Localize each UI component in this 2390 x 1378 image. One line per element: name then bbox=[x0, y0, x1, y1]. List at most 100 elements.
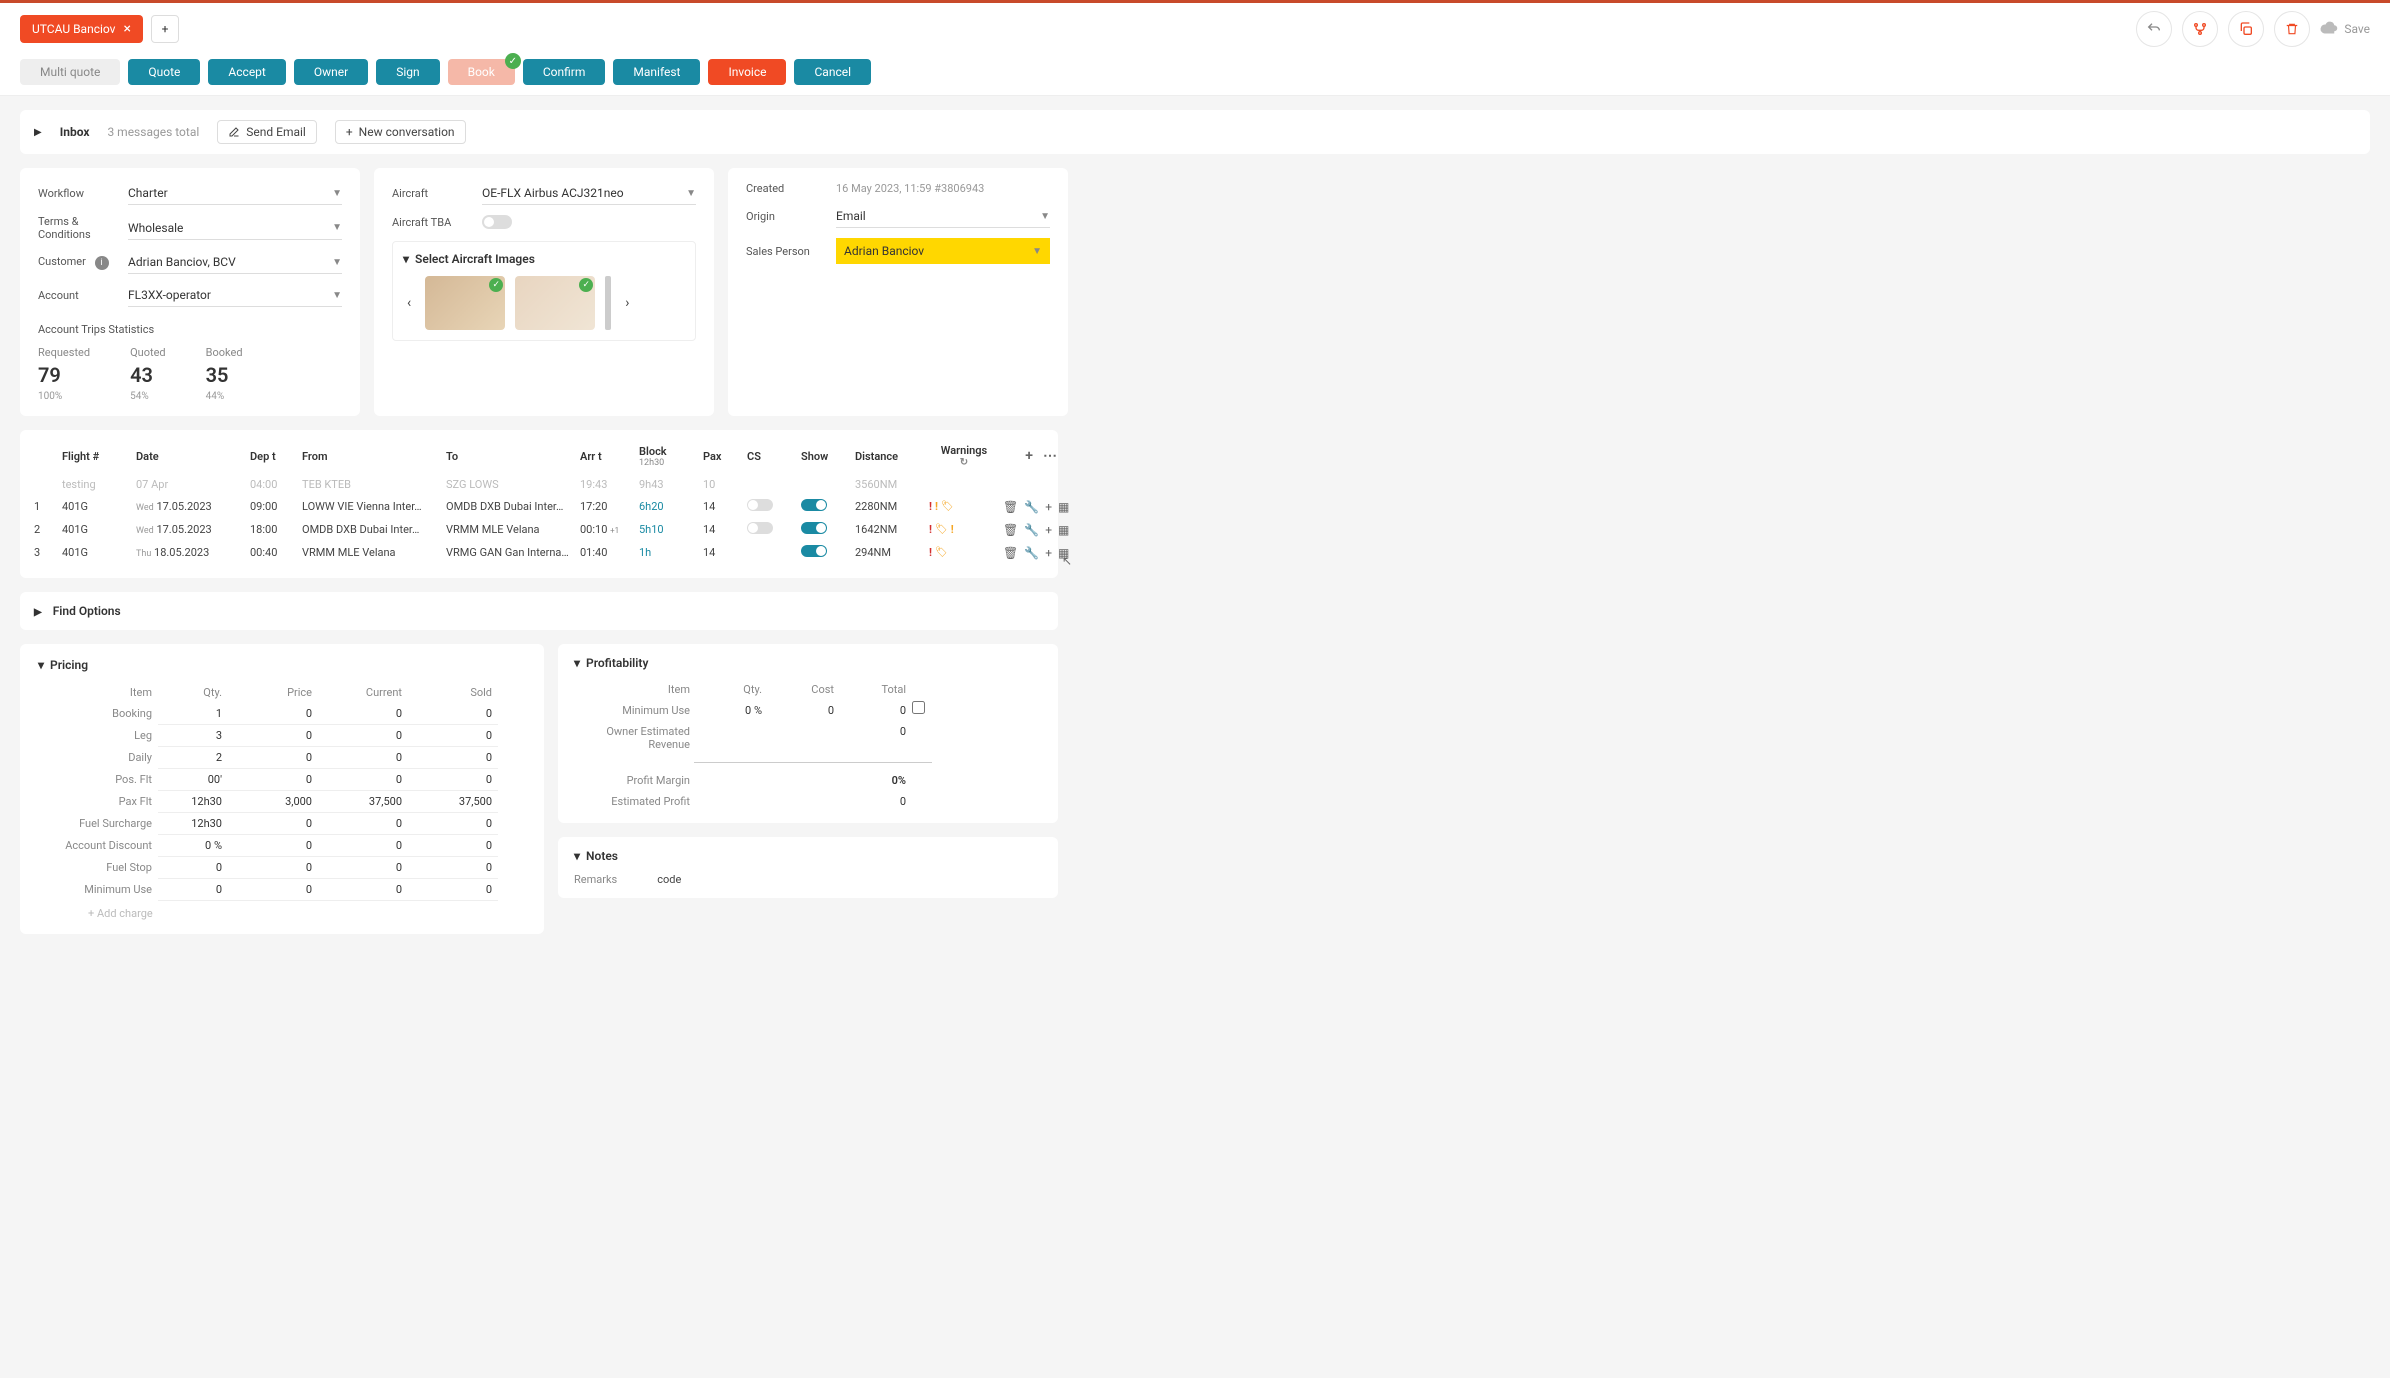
copy-button[interactable] bbox=[2228, 11, 2264, 47]
row-wrench-icon[interactable]: 🔧 bbox=[1024, 500, 1039, 514]
tab-label: UTCAU Banciov bbox=[32, 22, 115, 36]
row-trash-icon[interactable]: 🗑 bbox=[1003, 546, 1018, 560]
image-section: ▾ Select Aircraft Images ‹ ✓ ✓ › bbox=[392, 241, 696, 341]
multi-quote-button[interactable]: Multi quote bbox=[20, 59, 120, 85]
warning-icon[interactable]: ! bbox=[935, 500, 938, 513]
refresh-icon[interactable]: ↻ bbox=[929, 457, 999, 468]
show-toggle[interactable] bbox=[801, 499, 827, 511]
send-email-button[interactable]: Send Email bbox=[217, 120, 317, 144]
profitability-card: ▾ Profitability Item Qty. Cost Total Min… bbox=[558, 644, 1058, 823]
find-options-section[interactable]: ▶ Find Options bbox=[20, 592, 1058, 630]
warning-icon[interactable]: ! bbox=[951, 523, 954, 536]
show-toggle[interactable] bbox=[801, 522, 827, 534]
row-grid-icon[interactable]: ▦ bbox=[1058, 523, 1069, 537]
gallery-prev[interactable]: ‹ bbox=[403, 295, 415, 311]
inbox-title: Inbox bbox=[60, 125, 90, 139]
more-button[interactable]: ⋯ bbox=[1043, 448, 1057, 464]
stats-title: Account Trips Statistics bbox=[38, 323, 342, 336]
warning-icon[interactable]: ! bbox=[929, 546, 932, 559]
invoice-button[interactable]: Invoice bbox=[708, 59, 786, 85]
cloud-icon bbox=[2320, 20, 2338, 38]
customer-select[interactable]: Adrian Banciov, BCV▼ bbox=[128, 251, 342, 274]
book-button[interactable]: Book ✓ bbox=[448, 59, 515, 85]
created-label: Created bbox=[746, 182, 836, 195]
aircraft-image-1[interactable]: ✓ bbox=[425, 276, 505, 330]
chevron-down-icon: ▼ bbox=[1040, 211, 1050, 222]
new-tab-button[interactable]: + bbox=[151, 15, 179, 43]
gallery-next[interactable]: › bbox=[621, 295, 633, 311]
check-icon: ✓ bbox=[505, 53, 521, 69]
row-plus-icon[interactable]: + bbox=[1045, 500, 1052, 514]
show-toggle[interactable] bbox=[801, 545, 827, 557]
terms-select[interactable]: Wholesale▼ bbox=[128, 217, 342, 240]
warning-icon[interactable]: ! bbox=[929, 523, 932, 536]
table-row[interactable]: 3 401G Thu 18.05.2023 00:40 VRMM MLE Vel… bbox=[34, 541, 1044, 564]
cancel-button[interactable]: Cancel bbox=[794, 59, 871, 85]
close-icon[interactable]: × bbox=[123, 21, 130, 37]
row-trash-icon[interactable]: 🗑 bbox=[1003, 523, 1018, 537]
trash-icon bbox=[2285, 22, 2299, 36]
sales-person-select[interactable]: Adrian Banciov▼ bbox=[836, 238, 1050, 264]
tag-icon[interactable]: 🏷 bbox=[941, 501, 954, 512]
customer-label: Customer i bbox=[38, 255, 128, 270]
created-value: 16 May 2023, 11:59 #3806943 bbox=[836, 182, 984, 195]
save-button[interactable]: Save bbox=[2320, 20, 2370, 38]
branch-button[interactable] bbox=[2182, 11, 2218, 47]
aircraft-image-3[interactable] bbox=[605, 276, 611, 330]
row-plus-icon[interactable]: + bbox=[1045, 523, 1052, 537]
tag-icon[interactable]: 🏷 bbox=[935, 547, 948, 558]
table-row[interactable]: 2 401G Wed 17.05.2023 18:00 OMDB DXB Dub… bbox=[34, 518, 1044, 541]
accept-button[interactable]: Accept bbox=[208, 59, 285, 85]
cs-toggle[interactable] bbox=[747, 522, 773, 534]
image-section-toggle[interactable]: ▾ Select Aircraft Images bbox=[403, 252, 685, 266]
table-row-faded: testing 07 Apr 04:00 TEB KTEB SZG LOWS 1… bbox=[34, 474, 1044, 495]
origin-select[interactable]: Email▼ bbox=[836, 205, 1050, 228]
warning-icon[interactable]: ! bbox=[929, 500, 932, 513]
check-icon: ✓ bbox=[579, 278, 593, 292]
aircraft-tba-toggle[interactable] bbox=[482, 215, 512, 229]
account-select[interactable]: FL3XX-operator▼ bbox=[128, 284, 342, 307]
delete-button[interactable] bbox=[2274, 11, 2310, 47]
notes-toggle[interactable]: ▾ Notes bbox=[574, 849, 1042, 863]
inbox-bar: ▶ Inbox 3 messages total Send Email + Ne… bbox=[20, 110, 2370, 154]
manifest-button[interactable]: Manifest bbox=[613, 59, 700, 85]
sign-button[interactable]: Sign bbox=[376, 59, 439, 85]
active-tab[interactable]: UTCAU Banciov × bbox=[20, 15, 143, 43]
pricing-toggle[interactable]: ▾ Pricing bbox=[38, 658, 526, 672]
stat-booked: Booked 35 44% bbox=[206, 346, 243, 402]
table-row[interactable]: 1 401G Wed 17.05.2023 09:00 LOWW VIE Vie… bbox=[34, 495, 1044, 518]
minuse-checkbox[interactable] bbox=[912, 701, 925, 714]
row-grid-icon[interactable]: ▦↖ bbox=[1058, 546, 1069, 560]
aircraft-card: Aircraft OE-FLX Airbus ACJ321neo▼ Aircra… bbox=[374, 168, 714, 416]
aircraft-image-2[interactable]: ✓ bbox=[515, 276, 595, 330]
profitability-toggle[interactable]: ▾ Profitability bbox=[574, 656, 1042, 670]
workflow-select[interactable]: Charter▼ bbox=[128, 182, 342, 205]
row-plus-icon[interactable]: + bbox=[1045, 546, 1052, 560]
add-leg-button[interactable]: + bbox=[1025, 448, 1033, 464]
edit-icon bbox=[228, 126, 240, 138]
add-charge-button[interactable]: + Add charge bbox=[38, 907, 526, 920]
table-header: Flight # Date Dep t From To Arr t Block1… bbox=[34, 438, 1044, 474]
remarks-label: Remarks bbox=[574, 873, 617, 886]
info-icon[interactable]: i bbox=[95, 256, 109, 270]
row-wrench-icon[interactable]: 🔧 bbox=[1024, 546, 1039, 560]
message-count: 3 messages total bbox=[107, 125, 199, 139]
cs-toggle[interactable] bbox=[747, 499, 773, 511]
aircraft-select[interactable]: OE-FLX Airbus ACJ321neo▼ bbox=[482, 182, 696, 205]
undo-button[interactable] bbox=[2136, 11, 2172, 47]
chevron-down-icon: ▾ bbox=[38, 658, 44, 672]
pricing-table: Item Qty. Price Current Sold Booking1000… bbox=[38, 682, 526, 901]
tag-icon[interactable]: 🏷 bbox=[935, 524, 948, 535]
row-trash-icon[interactable]: 🗑 bbox=[1003, 500, 1018, 514]
row-grid-icon[interactable]: ▦ bbox=[1058, 500, 1069, 514]
meta-card: Created 16 May 2023, 11:59 #3806943 Orig… bbox=[728, 168, 1068, 416]
quote-button[interactable]: Quote bbox=[128, 59, 200, 85]
tab-bar: UTCAU Banciov × + Save bbox=[0, 3, 2390, 55]
row-wrench-icon[interactable]: 🔧 bbox=[1024, 523, 1039, 537]
chevron-right-icon[interactable]: ▶ bbox=[34, 127, 42, 138]
confirm-button[interactable]: Confirm bbox=[523, 59, 606, 85]
remarks-value[interactable]: code bbox=[657, 873, 681, 886]
new-conversation-button[interactable]: + New conversation bbox=[335, 120, 466, 144]
chevron-down-icon: ▼ bbox=[332, 222, 342, 233]
owner-button[interactable]: Owner bbox=[294, 59, 368, 85]
